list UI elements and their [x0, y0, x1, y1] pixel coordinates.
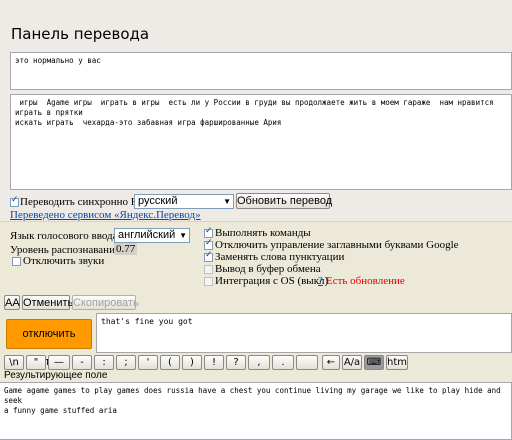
case-switch-button[interactable]: A/a	[342, 355, 362, 370]
mute-sounds-checkbox[interactable]	[12, 256, 21, 266]
voice-input-area[interactable]: that's fine you got	[96, 313, 512, 353]
option-checkbox[interactable]	[204, 264, 213, 274]
key-emdash-button[interactable]: —	[48, 355, 70, 370]
update-translation-button[interactable]: Обновить перевод	[236, 193, 332, 209]
key-quote-button[interactable]: "	[26, 355, 46, 370]
key-open-paren-button[interactable]: (	[160, 355, 180, 370]
option-row	[204, 263, 213, 275]
arrow-left-icon: ←	[326, 357, 336, 368]
key-exclamation-button[interactable]: !	[204, 355, 224, 370]
option-checkbox[interactable]	[204, 250, 213, 262]
option-checkbox[interactable]	[204, 226, 213, 238]
key-apostrophe-button[interactable]: '	[138, 355, 158, 370]
voice-language-value: английский	[118, 229, 176, 241]
keyboard-icon: ⌨	[366, 357, 382, 368]
option-row	[204, 275, 213, 287]
key-semicolon-button[interactable]: ;	[116, 355, 136, 370]
option-label: Заменять слова пунктуации	[215, 251, 345, 263]
chevron-down-icon: ▼	[179, 231, 187, 240]
integration-help-link[interactable]: ?	[318, 275, 323, 287]
update-available-link[interactable]: Есть обновление	[326, 275, 405, 287]
recognition-level-value: 0.77	[114, 243, 138, 255]
key-close-paren-button[interactable]: )	[182, 355, 202, 370]
backspace-button[interactable]: ←	[322, 355, 340, 370]
copy-button[interactable]: Скопировать	[72, 295, 139, 310]
chevron-down-icon: ▼	[223, 197, 231, 206]
target-language-select[interactable]: русский ▼	[134, 194, 234, 209]
key-colon-button[interactable]: :	[94, 355, 114, 370]
target-language-value: русский	[138, 195, 178, 207]
key-hyphen-button[interactable]: -	[72, 355, 92, 370]
result-field-label: Результирующее поле	[4, 370, 108, 381]
translation-text-area[interactable]: игры Agame игры играть в игры есть ли у …	[10, 94, 512, 190]
mute-sounds-label: Отключить звуки	[23, 255, 105, 267]
option-label: Вывод в буфер обмена	[215, 263, 321, 275]
mute-sounds-row	[12, 255, 21, 267]
key-space-button[interactable]	[296, 355, 318, 370]
sync-translate-checkbox[interactable]	[10, 195, 19, 207]
sync-translate-label: Переводить синхронно На	[20, 196, 144, 208]
key-newline-button[interactable]: \n	[4, 355, 24, 370]
yandex-service-link[interactable]: Переведено сервисом «Яндекс.Перевод»	[10, 209, 201, 221]
cancel-button[interactable]: Отменить	[22, 295, 73, 310]
voice-language-select[interactable]: английский ▼	[114, 228, 190, 243]
panel-title: Панель перевода	[11, 25, 150, 43]
option-label: Выполнять команды	[215, 227, 311, 239]
option-label: Интеграция с OS (выкл)	[215, 275, 329, 287]
toggle-recording-button[interactable]: отключить запись	[6, 319, 92, 368]
keyboard-button[interactable]: ⌨	[364, 355, 384, 370]
key-comma-button[interactable]: ,	[248, 355, 270, 370]
option-checkbox[interactable]	[204, 238, 213, 250]
option-row	[204, 250, 213, 263]
option-checkbox[interactable]	[204, 276, 213, 286]
source-text-area[interactable]: это нормально у вас	[10, 52, 512, 90]
result-text-area[interactable]: Game agame games to play games does russ…	[0, 382, 512, 440]
key-question-button[interactable]: ?	[226, 355, 246, 370]
option-label: Отключить управление заглавными буквами …	[215, 239, 459, 251]
voice-language-label: Язык голосового ввода	[10, 230, 118, 242]
html-button[interactable]: htm	[386, 355, 408, 370]
key-period-button[interactable]: .	[272, 355, 294, 370]
case-toggle-button[interactable]: AA	[4, 295, 20, 310]
